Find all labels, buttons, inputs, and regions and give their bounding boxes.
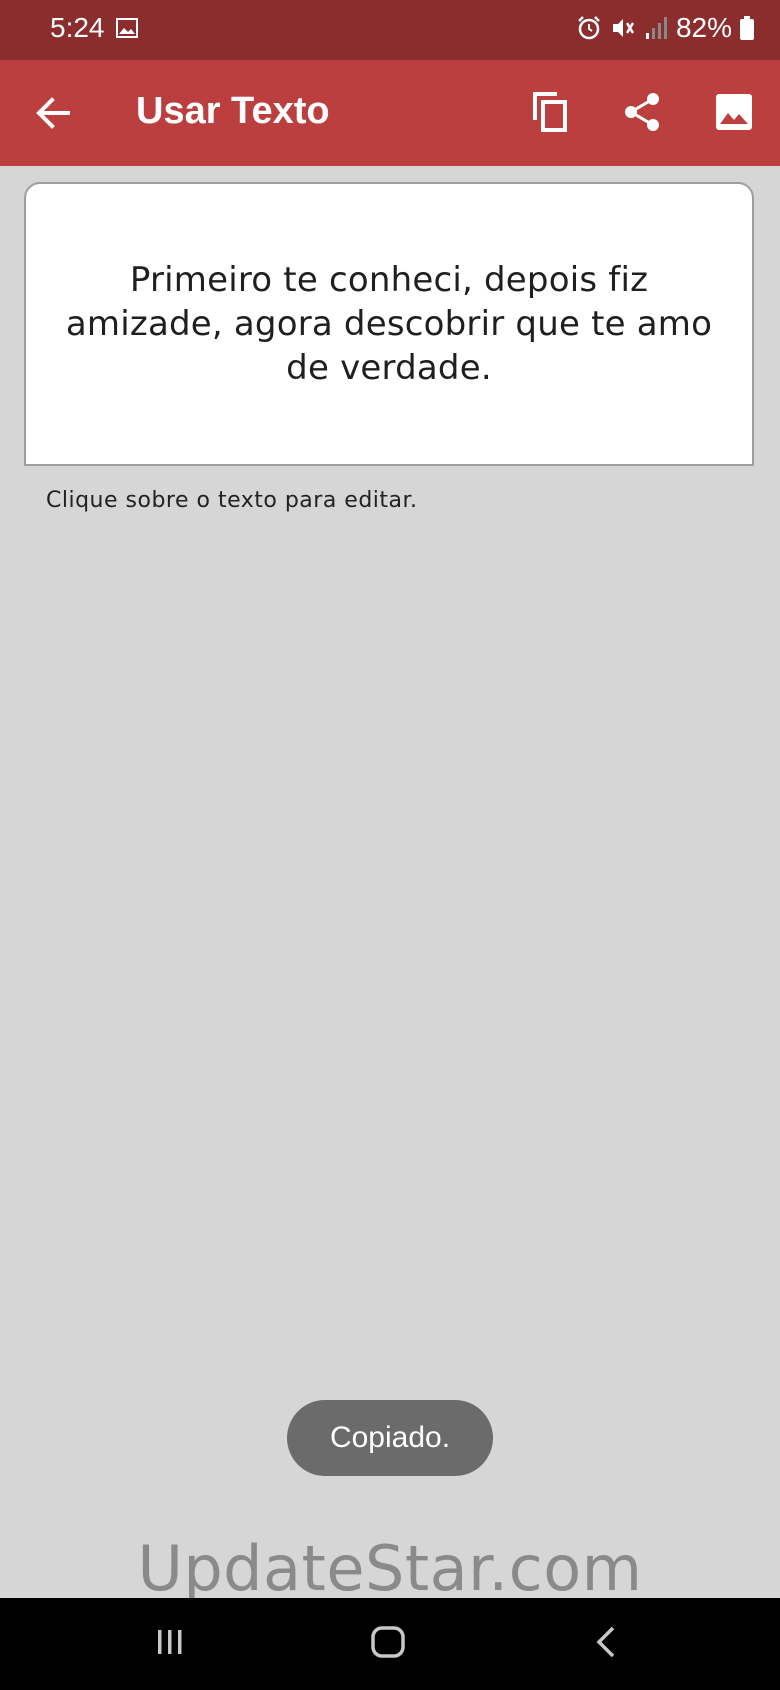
- image-button[interactable]: [706, 86, 762, 142]
- image-icon: [716, 93, 752, 135]
- copy-icon: [531, 90, 569, 139]
- watermark: UpdateStar.com: [137, 1532, 643, 1605]
- recents-button[interactable]: [140, 1616, 200, 1672]
- recents-icon: [155, 1627, 185, 1662]
- home-icon: [370, 1625, 406, 1664]
- system-nav-bar: [0, 1598, 780, 1690]
- battery-text: 82%: [675, 12, 732, 43]
- alarm-icon: [576, 15, 602, 41]
- share-icon: [623, 92, 661, 137]
- gallery-icon: [116, 18, 138, 38]
- home-button[interactable]: [358, 1616, 418, 1672]
- nav-back-icon: [594, 1625, 618, 1664]
- signal-icon: [644, 15, 668, 41]
- status-icons: 82%: [576, 12, 754, 44]
- toast-message: Copiado.: [287, 1400, 493, 1476]
- main-text[interactable]: Primeiro te conheci, depois fiz amizade,…: [62, 258, 716, 390]
- mute-vibrate-icon: [610, 15, 636, 41]
- battery-icon: [740, 16, 754, 40]
- back-button[interactable]: [26, 88, 80, 142]
- app-bar: Usar Texto: [0, 60, 780, 166]
- share-button[interactable]: [614, 86, 670, 142]
- system-back-button[interactable]: [576, 1616, 636, 1672]
- status-bar: 5:24 82%: [0, 0, 780, 60]
- back-arrow-icon: [36, 96, 70, 134]
- edit-hint: Clique sobre o texto para editar.: [46, 488, 418, 513]
- copy-button[interactable]: [522, 86, 578, 142]
- status-time: 5:24: [50, 12, 105, 43]
- page-title: Usar Texto: [136, 90, 330, 132]
- text-card[interactable]: Primeiro te conheci, depois fiz amizade,…: [24, 182, 754, 466]
